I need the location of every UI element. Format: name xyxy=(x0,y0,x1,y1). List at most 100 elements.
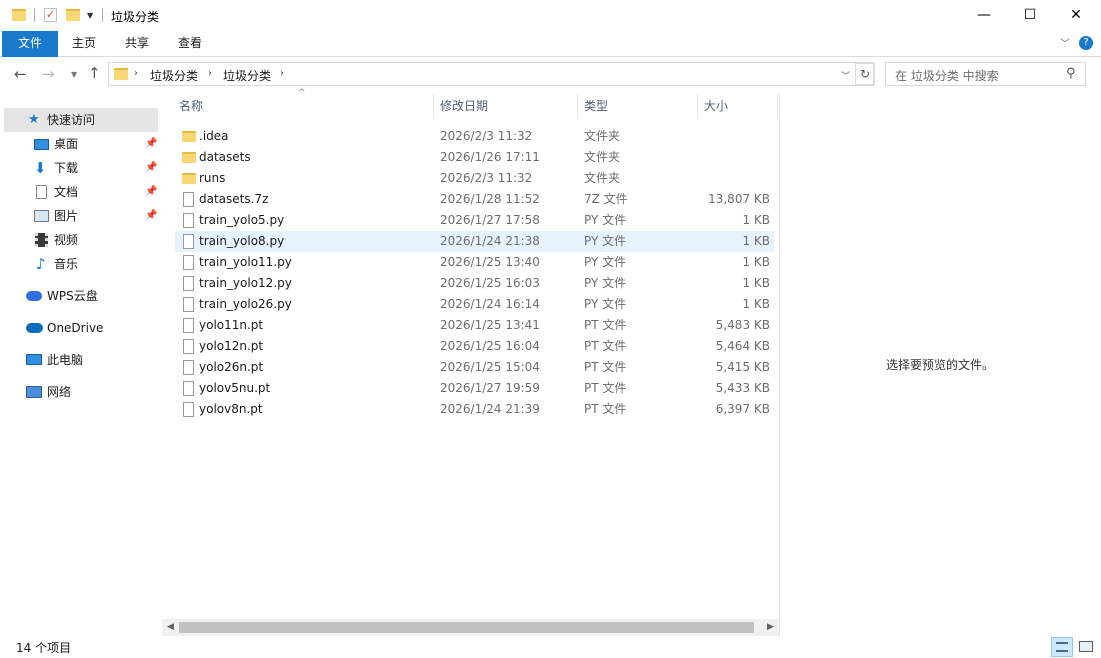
nav-item-documents[interactable]: 文档 📌 xyxy=(4,180,158,204)
folder-icon xyxy=(182,173,196,184)
nav-item-music[interactable]: ♪ 音乐 xyxy=(4,252,158,276)
nav-network[interactable]: 网络 xyxy=(4,380,158,404)
nav-label: 图片 xyxy=(54,209,79,223)
close-button[interactable]: ✕ xyxy=(1053,0,1099,30)
file-name: train_yolo26.py xyxy=(199,297,292,311)
breadcrumb-item[interactable]: 垃圾分类 xyxy=(150,67,198,84)
nav-item-pictures[interactable]: 图片 📌 xyxy=(4,204,158,228)
file-row[interactable]: train_yolo11.py 2026/1/25 13:40 PY 文件 1 KB xyxy=(175,252,774,273)
nav-item-videos[interactable]: 视频 xyxy=(4,228,158,252)
file-type: PT 文件 xyxy=(584,402,627,416)
pin-icon[interactable]: 📌 xyxy=(145,156,157,180)
file-row[interactable]: datasets 2026/1/26 17:11 文件夹 xyxy=(175,147,774,168)
column-header-name[interactable]: 名称 xyxy=(179,94,203,119)
search-box[interactable]: 在 垃圾分类 中搜索 ⚲ xyxy=(885,62,1086,86)
horizontal-scrollbar[interactable]: ◀ ▶ xyxy=(162,619,779,636)
nav-item-desktop[interactable]: 桌面 📌 xyxy=(4,132,158,156)
nav-this-pc[interactable]: 此电脑 xyxy=(4,348,158,372)
divider xyxy=(34,8,35,22)
refresh-icon[interactable]: ↻ xyxy=(855,63,875,85)
back-arrow-icon[interactable]: ← xyxy=(14,65,27,83)
file-name: train_yolo5.py xyxy=(199,213,285,227)
minimize-button[interactable]: — xyxy=(961,0,1007,30)
pin-icon[interactable]: 📌 xyxy=(145,180,157,204)
details-view-button[interactable] xyxy=(1051,637,1073,657)
address-dropdown-icon[interactable]: ﹀ xyxy=(841,69,850,82)
preview-divider[interactable] xyxy=(779,94,780,637)
file-row[interactable]: train_yolo8.py 2026/1/24 21:38 PY 文件 1 KB xyxy=(175,231,774,252)
document-icon xyxy=(36,185,47,199)
file-row[interactable]: yolo26n.pt 2026/1/25 15:04 PT 文件 5,415 KB xyxy=(175,357,774,378)
chevron-right-icon[interactable]: › xyxy=(280,68,284,79)
recent-locations-icon[interactable]: ▼ xyxy=(71,70,77,79)
forward-arrow-icon[interactable]: → xyxy=(42,65,55,83)
file-size: 13,807 KB xyxy=(708,192,770,206)
file-icon xyxy=(183,402,194,417)
column-divider[interactable] xyxy=(577,94,578,119)
breadcrumb-item[interactable]: 垃圾分类 xyxy=(223,67,271,84)
column-header-size[interactable]: 大小 xyxy=(704,94,728,119)
nav-quick-access[interactable]: ★ 快速访问 xyxy=(4,108,158,132)
file-row[interactable]: runs 2026/2/3 11:32 文件夹 xyxy=(175,168,774,189)
nav-onedrive[interactable]: OneDrive xyxy=(4,316,158,340)
column-divider[interactable] xyxy=(697,94,698,119)
ribbon-expand-icon[interactable]: ﹀ xyxy=(1060,35,1070,50)
nav-item-downloads[interactable]: ⬇ 下载 📌 xyxy=(4,156,158,180)
file-row[interactable]: train_yolo12.py 2026/1/25 16:03 PY 文件 1 KB xyxy=(175,273,774,294)
column-divider[interactable] xyxy=(777,94,778,119)
new-folder-icon[interactable] xyxy=(66,9,80,21)
file-row[interactable]: train_yolo26.py 2026/1/24 16:14 PY 文件 1 KB xyxy=(175,294,774,315)
pin-icon[interactable]: 📌 xyxy=(145,204,157,228)
search-input[interactable]: 在 垃圾分类 中搜索 xyxy=(895,67,999,84)
nav-label: 快速访问 xyxy=(47,113,96,127)
tab-home[interactable]: 主页 xyxy=(60,31,108,57)
picture-icon xyxy=(34,210,49,222)
column-divider[interactable] xyxy=(433,94,434,119)
tab-share[interactable]: 共享 xyxy=(113,31,161,57)
file-row[interactable]: train_yolo5.py 2026/1/27 17:58 PY 文件 1 KB xyxy=(175,210,774,231)
column-header-type[interactable]: 类型 xyxy=(584,94,608,119)
onedrive-icon xyxy=(26,323,43,333)
nav-label: 文档 xyxy=(54,185,79,199)
nav-wps-cloud[interactable]: WPS云盘 xyxy=(4,284,158,308)
properties-icon[interactable]: ✓ xyxy=(44,8,57,22)
quick-access-dropdown-icon[interactable]: ▼ xyxy=(87,11,93,20)
file-size: 1 KB xyxy=(742,234,770,248)
folder-icon xyxy=(12,9,26,21)
file-row[interactable]: yolo12n.pt 2026/1/25 16:04 PT 文件 5,464 KB xyxy=(175,336,774,357)
file-row[interactable]: yolov8n.pt 2026/1/24 21:39 PT 文件 6,397 KB xyxy=(175,399,774,420)
file-type: PY 文件 xyxy=(584,255,627,269)
details-view-icon xyxy=(1056,642,1068,652)
file-name: yolov8n.pt xyxy=(199,402,263,416)
file-row[interactable]: yolo11n.pt 2026/1/25 13:41 PT 文件 5,483 KB xyxy=(175,315,774,336)
file-row[interactable]: .idea 2026/2/3 11:32 文件夹 xyxy=(175,126,774,147)
file-row[interactable]: yolov5nu.pt 2026/1/27 19:59 PT 文件 5,433 KB xyxy=(175,378,774,399)
nav-label: 网络 xyxy=(47,385,72,399)
file-icon xyxy=(183,318,194,333)
maximize-button[interactable]: ☐ xyxy=(1007,0,1053,30)
tab-file[interactable]: 文件 xyxy=(2,31,58,57)
nav-label: 下载 xyxy=(54,161,79,175)
tab-view[interactable]: 查看 xyxy=(166,31,214,57)
up-arrow-icon[interactable]: ↑ xyxy=(88,64,101,82)
search-icon[interactable]: ⚲ xyxy=(1066,66,1076,81)
pin-icon[interactable]: 📌 xyxy=(145,132,157,156)
address-bar[interactable]: › 垃圾分类 › 垃圾分类 › ﹀ xyxy=(108,62,874,86)
file-icon xyxy=(183,276,194,291)
file-name: train_yolo11.py xyxy=(199,255,292,269)
file-type: 文件夹 xyxy=(584,150,621,164)
download-icon: ⬇ xyxy=(34,159,47,177)
scroll-left-icon[interactable]: ◀ xyxy=(162,619,179,636)
chevron-right-icon[interactable]: › xyxy=(208,68,212,79)
column-header-date[interactable]: 修改日期 xyxy=(440,94,488,119)
file-date: 2026/2/3 11:32 xyxy=(440,171,533,185)
help-icon[interactable]: ? xyxy=(1079,36,1093,50)
file-row[interactable]: datasets.7z 2026/1/28 11:52 7Z 文件 13,807 KB xyxy=(175,189,774,210)
file-date: 2026/1/26 17:11 xyxy=(440,150,540,164)
file-type: 文件夹 xyxy=(584,129,621,143)
scrollbar-thumb[interactable] xyxy=(179,622,754,633)
chevron-right-icon[interactable]: › xyxy=(134,68,138,79)
large-icons-view-button[interactable] xyxy=(1075,637,1097,657)
scroll-right-icon[interactable]: ▶ xyxy=(762,619,779,636)
file-type: PY 文件 xyxy=(584,276,627,290)
